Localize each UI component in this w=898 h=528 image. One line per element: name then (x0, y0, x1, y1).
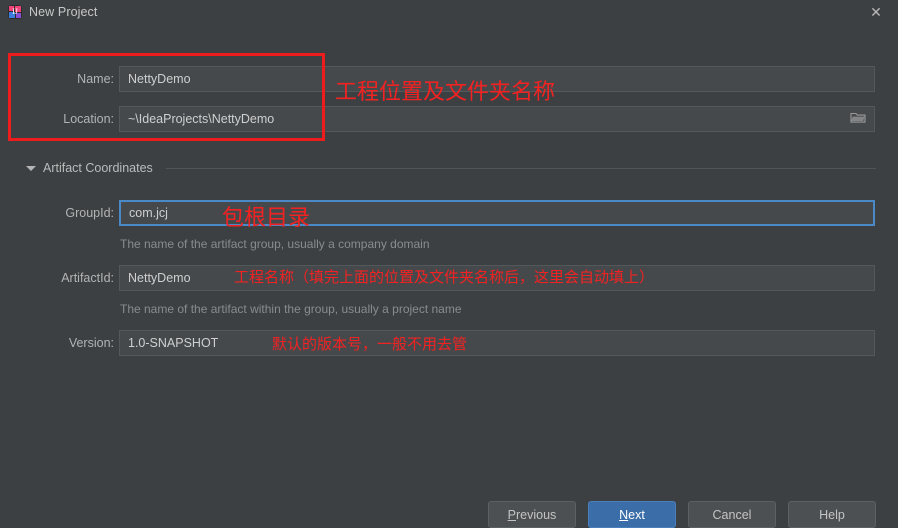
project-location-label: Location: (63, 112, 114, 126)
artifact-coordinates-title: Artifact Coordinates (43, 161, 153, 175)
project-name-label: Name: (77, 72, 114, 86)
group-id-input[interactable]: com.jcj (119, 200, 875, 226)
artifact-id-hint: The name of the artifact within the grou… (120, 302, 462, 316)
help-button-label: Help (819, 507, 845, 522)
artifact-id-label: ArtifactId: (61, 271, 114, 285)
row-artifact-id: ArtifactId: NettyDemo (22, 265, 875, 291)
row-project-name: Name: NettyDemo (22, 66, 875, 92)
group-id-value: com.jcj (129, 206, 168, 220)
artifact-id-value: NettyDemo (128, 271, 191, 285)
cancel-button-label: Cancel (712, 507, 752, 522)
row-group-id: GroupId: com.jcj (22, 200, 875, 226)
artifact-coordinates-section-header[interactable]: Artifact Coordinates (26, 161, 876, 175)
row-version: Version: 1.0-SNAPSHOT (22, 330, 875, 356)
close-icon[interactable]: ✕ (854, 0, 898, 23)
dialog-button-bar: Previous Next Cancel Help (0, 501, 898, 528)
version-label: Version: (68, 336, 114, 350)
project-location-value: ~\IdeaProjects\NettyDemo (128, 112, 275, 126)
intellij-idea-icon: IJ (8, 4, 22, 19)
previous-button[interactable]: Previous (488, 501, 576, 528)
group-id-hint: The name of the artifact group, usually … (120, 237, 430, 251)
artifact-id-input[interactable]: NettyDemo (119, 265, 875, 291)
project-location-input[interactable]: ~\IdeaProjects\NettyDemo (119, 106, 875, 132)
help-button[interactable]: Help (788, 501, 876, 528)
next-button-label: ext (628, 507, 645, 522)
chevron-down-icon[interactable] (26, 165, 36, 171)
folder-icon[interactable] (850, 111, 866, 127)
next-button-mnemonic: N (619, 507, 629, 522)
dialog-content: Name: NettyDemo Location: ~\IdeaProjects… (0, 23, 898, 528)
group-id-label: GroupId: (65, 206, 114, 220)
row-project-location: Location: ~\IdeaProjects\NettyDemo (22, 106, 875, 132)
section-divider (165, 167, 876, 169)
previous-button-label: revious (516, 507, 557, 522)
project-name-value: NettyDemo (128, 72, 191, 86)
version-value: 1.0-SNAPSHOT (128, 336, 219, 350)
next-button[interactable]: Next (588, 501, 676, 528)
window-title: New Project (29, 4, 98, 19)
cancel-button[interactable]: Cancel (688, 501, 776, 528)
previous-button-mnemonic: P (507, 507, 517, 522)
title-bar: IJ New Project ✕ (0, 0, 898, 23)
version-input[interactable]: 1.0-SNAPSHOT (119, 330, 875, 356)
project-name-input[interactable]: NettyDemo (119, 66, 875, 92)
